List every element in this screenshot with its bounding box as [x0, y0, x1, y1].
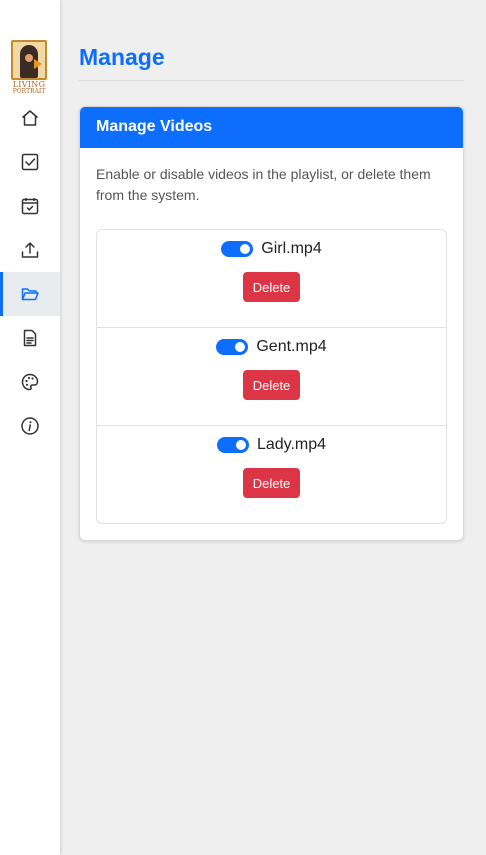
video-enable-toggle[interactable]	[216, 339, 249, 355]
list-item: Girl.mp4 Delete	[97, 230, 446, 328]
portrait-frame	[11, 40, 47, 80]
folder-open-icon	[21, 288, 39, 301]
video-filename: Gent.mp4	[256, 338, 327, 355]
manage-videos-card: Manage Videos Enable or disable videos i…	[79, 106, 464, 541]
delete-button[interactable]: Delete	[243, 468, 300, 498]
list-item: Gent.mp4 Delete	[97, 328, 446, 426]
nav-logs[interactable]	[0, 316, 60, 360]
nav-about[interactable]	[0, 404, 60, 448]
delete-button[interactable]: Delete	[243, 370, 300, 400]
card-description: Enable or disable videos in the playlist…	[96, 166, 431, 203]
video-enable-toggle[interactable]	[221, 241, 254, 257]
nav-manage[interactable]	[0, 272, 60, 316]
palette-icon	[21, 373, 39, 391]
video-enable-toggle[interactable]	[216, 437, 249, 453]
video-filename: Girl.mp4	[261, 240, 322, 257]
nav-theme[interactable]	[0, 360, 60, 404]
document-icon	[23, 329, 37, 347]
home-icon	[22, 110, 38, 126]
card-header: Manage Videos	[80, 107, 463, 148]
list-item: Lady.mp4 Delete	[97, 426, 446, 524]
logo-text-portrait: PORTRAIT	[12, 88, 46, 95]
title-divider	[79, 80, 464, 81]
upload-icon	[21, 242, 39, 258]
video-list: Girl.mp4 Delete Gent.mp4 Delete Lady.mp4…	[96, 229, 447, 524]
calendar-check-icon	[21, 198, 39, 215]
info-icon	[21, 417, 39, 435]
delete-button[interactable]: Delete	[243, 272, 300, 302]
page-title: Manage	[79, 44, 165, 70]
nav-tasks[interactable]	[0, 140, 60, 184]
living-portrait-logo[interactable]: LIVING PORTRAIT	[9, 38, 49, 96]
sidebar: LIVING PORTRAIT	[0, 0, 60, 855]
nav-schedule[interactable]	[0, 184, 60, 228]
nav-upload[interactable]	[0, 228, 60, 272]
check-square-icon	[21, 153, 39, 171]
video-filename: Lady.mp4	[256, 436, 327, 453]
nav-home[interactable]	[0, 96, 60, 140]
